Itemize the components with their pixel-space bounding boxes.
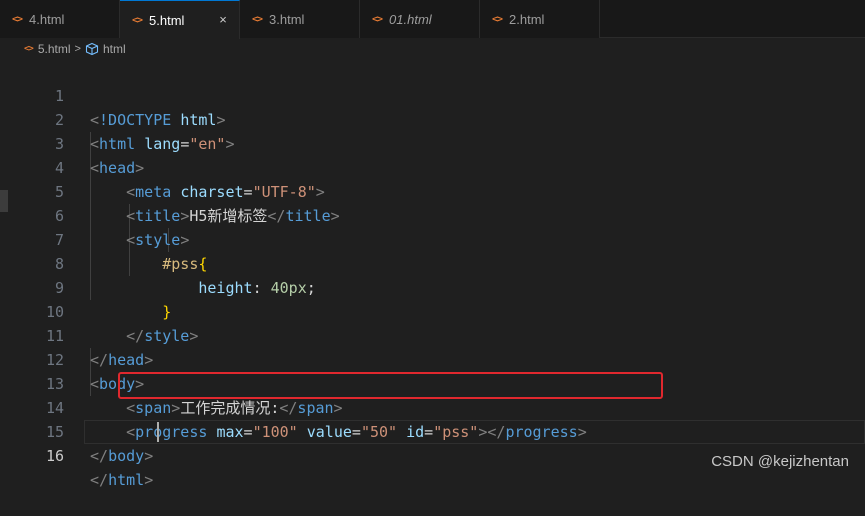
code-line: 1 <!DOCTYPE html> — [0, 60, 865, 129]
tab-bar: <> 4.html <> 5.html × <> 3.html <> 01.ht… — [0, 0, 865, 39]
annotation-highlight-box — [118, 372, 663, 399]
tab-3-html[interactable]: <> 3.html — [240, 0, 360, 38]
code-line: 11 </head> — [0, 300, 865, 369]
code-editor[interactable]: 1 <!DOCTYPE html> 2 <html lang="en"> 3 <… — [0, 60, 865, 489]
text-cursor — [157, 422, 159, 442]
code-line: 16 </html> — [0, 420, 865, 489]
html-file-icon: <> — [252, 13, 263, 25]
html-file-icon: <> — [372, 13, 383, 25]
html-file-icon: <> — [492, 13, 503, 25]
code-line: 9 } — [0, 252, 865, 321]
breadcrumb-element[interactable]: html — [103, 42, 126, 56]
html-file-icon: <> — [12, 13, 23, 25]
line-number: 16 — [45, 447, 64, 465]
watermark: CSDN @kejizhentan — [711, 453, 849, 470]
breadcrumb: <> 5.html > html — [0, 38, 865, 60]
close-icon[interactable]: × — [215, 12, 231, 28]
html-file-icon: <> — [24, 44, 34, 54]
code-line: 3 <head> — [0, 108, 865, 177]
tab-label: 01.html — [389, 11, 432, 27]
tab-label: 3.html — [269, 11, 305, 27]
breadcrumb-file[interactable]: 5.html — [38, 42, 71, 56]
tab-01-html[interactable]: <> 01.html — [360, 0, 480, 38]
code-token: </ — [90, 447, 109, 465]
tab-5-html[interactable]: <> 5.html × — [120, 0, 240, 39]
html-file-icon: <> — [132, 14, 143, 26]
breadcrumb-separator: > — [74, 43, 81, 55]
code-line: 6 <style> — [0, 180, 865, 249]
tab-label: 4.html — [29, 11, 65, 27]
code-token: body — [108, 447, 145, 465]
code-line: 8 height: 40px; — [0, 228, 865, 297]
cube-icon — [85, 42, 99, 56]
tab-4-html[interactable]: <> 4.html — [0, 0, 120, 38]
code-line: 12 <body> — [0, 324, 865, 393]
tab-2-html[interactable]: <> 2.html — [480, 0, 600, 38]
code-token: > — [144, 471, 154, 489]
code-line: 7 #pss{ — [0, 204, 865, 273]
tab-label: 2.html — [509, 11, 545, 27]
code-token: > — [144, 447, 154, 465]
code-line: 10 </style> — [0, 276, 865, 345]
code-line: 2 <html lang="en"> — [0, 84, 865, 153]
tab-label: 5.html — [149, 12, 185, 28]
code-line: 13 <span>工作完成情况:</span> — [0, 348, 865, 417]
code-line: 4 <meta charset="UTF-8"> — [0, 132, 865, 201]
code-line: 15 </body> — [0, 396, 865, 465]
code-text: </html> — [90, 468, 153, 492]
code-token: html — [108, 471, 145, 489]
code-line: 5 <title>H5新增标签</title> — [0, 156, 865, 225]
code-text: </body> — [90, 444, 153, 468]
code-token: </ — [90, 471, 109, 489]
